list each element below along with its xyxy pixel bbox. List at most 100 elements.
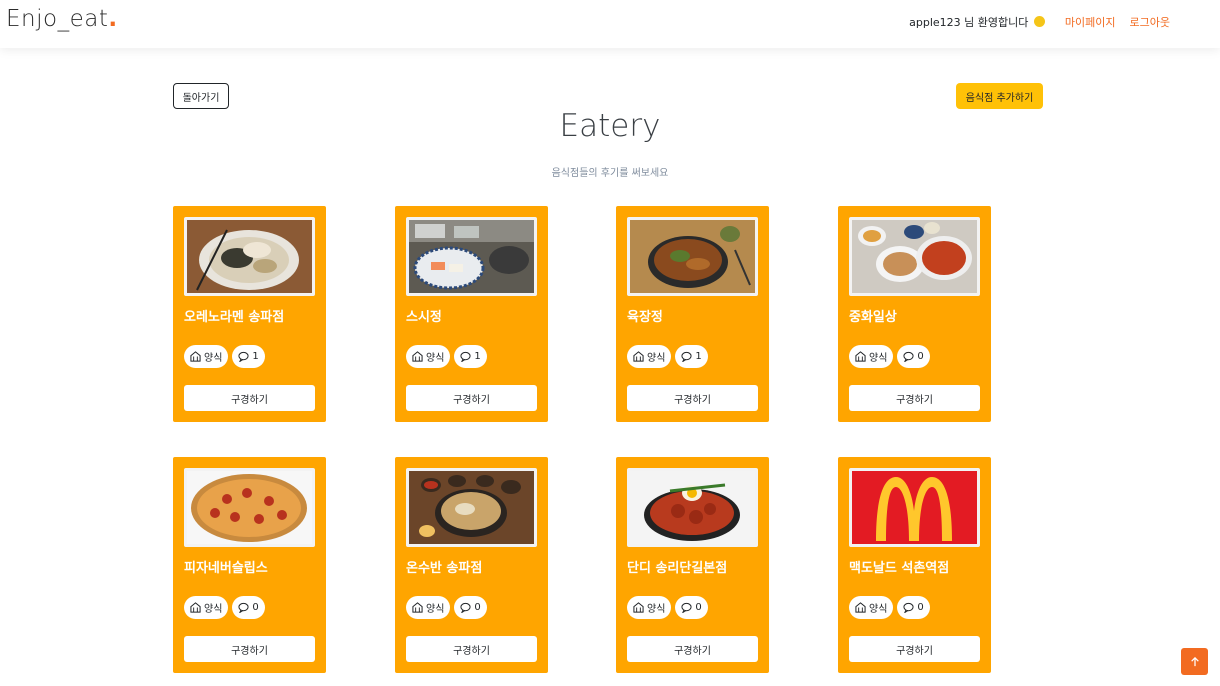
restaurant-icon <box>412 602 423 613</box>
scroll-top-button[interactable] <box>1181 648 1208 675</box>
restaurant-card: 육장정 양식 1 구경하기 <box>616 206 769 422</box>
restaurant-icon <box>190 351 201 362</box>
restaurant-card: 스시정 양식 1 구경하기 <box>395 206 548 422</box>
comment-count: 1 <box>695 351 702 362</box>
comment-count: 0 <box>252 602 259 613</box>
badge-row: 양식 0 <box>849 596 934 619</box>
comment-badge: 0 <box>232 596 265 619</box>
restaurant-photo <box>184 217 315 296</box>
category-badge: 양식 <box>184 345 229 368</box>
restaurant-icon <box>412 351 423 362</box>
restaurant-name: 육장정 <box>627 310 663 325</box>
restaurant-card: 피자네버슬립스 양식 0 구경하기 <box>173 457 326 673</box>
badge-row: 양식 0 <box>849 345 934 368</box>
comment-count: 1 <box>252 351 259 362</box>
restaurant-card: 온수반 송파점 양식 0 구경하기 <box>395 457 548 673</box>
arrow-up-icon <box>1190 656 1199 666</box>
chat-bubble-icon <box>903 351 914 362</box>
comment-count: 0 <box>474 602 481 613</box>
welcome-text: apple123 님 환영합니다 <box>909 14 1045 30</box>
category-badge: 양식 <box>406 596 451 619</box>
comment-badge: 1 <box>232 345 265 368</box>
category-label: 양식 <box>426 353 445 364</box>
category-label: 양식 <box>647 604 666 615</box>
brand-text: Enjo_eat <box>6 6 109 32</box>
comment-badge: 0 <box>454 596 487 619</box>
restaurant-name: 피자네버슬립스 <box>184 561 268 576</box>
restaurant-photo <box>406 468 537 547</box>
category-label: 양식 <box>204 353 223 364</box>
badge-row: 양식 1 <box>627 345 712 368</box>
restaurant-name: 오레노라멘 송파점 <box>184 310 285 325</box>
category-badge: 양식 <box>184 596 229 619</box>
restaurant-card: 단디 송리단길본점 양식 0 구경하기 <box>616 457 769 673</box>
category-badge: 양식 <box>406 345 451 368</box>
visit-button[interactable]: 구경하기 <box>627 636 758 662</box>
gukbap-photo-icon <box>409 471 534 544</box>
chat-bubble-icon <box>460 602 471 613</box>
chat-bubble-icon <box>681 351 692 362</box>
badge-row: 양식 1 <box>406 345 491 368</box>
restaurant-photo <box>849 468 980 547</box>
chat-bubble-icon <box>681 602 692 613</box>
visit-button[interactable]: 구경하기 <box>406 636 537 662</box>
chat-bubble-icon <box>903 602 914 613</box>
back-button[interactable]: 돌아가기 <box>173 83 229 109</box>
comment-count: 0 <box>695 602 702 613</box>
comment-count: 1 <box>474 351 481 362</box>
visit-button[interactable]: 구경하기 <box>406 385 537 411</box>
logout-link[interactable]: 로그아웃 <box>1130 14 1170 30</box>
category-label: 양식 <box>426 604 445 615</box>
welcome-label: apple123 님 환영합니다 <box>909 16 1029 29</box>
restaurant-name: 맥도날드 석촌역점 <box>849 561 950 576</box>
badge-row: 양식 0 <box>627 596 712 619</box>
restaurant-photo <box>849 217 980 296</box>
restaurant-photo <box>184 468 315 547</box>
badge-row: 양식 0 <box>184 596 269 619</box>
visit-button[interactable]: 구경하기 <box>184 636 315 662</box>
comment-badge: 0 <box>897 596 930 619</box>
brand-logo[interactable]: Enjo_eat. <box>6 6 118 32</box>
comment-badge: 0 <box>675 596 708 619</box>
category-badge: 양식 <box>627 345 672 368</box>
add-restaurant-button[interactable]: 음식점 추가하기 <box>956 83 1043 109</box>
restaurant-card: 중화일상 양식 0 구경하기 <box>838 206 991 422</box>
restaurant-photo <box>627 217 758 296</box>
category-badge: 양식 <box>849 345 894 368</box>
badge-row: 양식 1 <box>184 345 269 368</box>
category-label: 양식 <box>204 604 223 615</box>
restaurant-name: 단디 송리단길본점 <box>627 561 728 576</box>
smile-emoji-icon <box>1033 16 1045 27</box>
category-label: 양식 <box>869 353 888 364</box>
restaurant-icon <box>855 351 866 362</box>
nav-right: apple123 님 환영합니다 마이페이지 로그아웃 <box>909 14 1170 30</box>
restaurant-photo <box>406 217 537 296</box>
navbar: Enjo_eat. apple123 님 환영합니다 마이페이지 로그아웃 <box>0 0 1220 48</box>
visit-button[interactable]: 구경하기 <box>849 385 980 411</box>
restaurant-name: 중화일상 <box>849 310 897 325</box>
restaurant-name: 스시정 <box>406 310 442 325</box>
visit-button[interactable]: 구경하기 <box>849 636 980 662</box>
chat-bubble-icon <box>460 351 471 362</box>
comment-count: 0 <box>917 351 924 362</box>
mypage-link[interactable]: 마이페이지 <box>1065 14 1116 30</box>
chinese-food-photo-icon <box>852 220 977 293</box>
restaurant-card: 맥도날드 석촌역점 양식 0 구경하기 <box>838 457 991 673</box>
restaurant-icon <box>855 602 866 613</box>
restaurant-card: 오레노라멘 송파점 양식 1 구경하기 <box>173 206 326 422</box>
comment-count: 0 <box>917 602 924 613</box>
page-subtitle: 음식점들의 후기를 써보세요 <box>551 168 669 179</box>
comment-badge: 1 <box>675 345 708 368</box>
restaurant-icon <box>633 602 644 613</box>
restaurant-name: 온수반 송파점 <box>406 561 483 576</box>
restaurant-icon <box>633 351 644 362</box>
sushi-photo-icon <box>409 220 534 293</box>
pizza-photo-icon <box>187 471 312 544</box>
visit-button[interactable]: 구경하기 <box>627 385 758 411</box>
category-label: 양식 <box>647 353 666 364</box>
yukgaejang-photo-icon <box>630 220 755 293</box>
category-badge: 양식 <box>627 596 672 619</box>
category-badge: 양식 <box>849 596 894 619</box>
visit-button[interactable]: 구경하기 <box>184 385 315 411</box>
rice-bowl-photo-icon <box>630 471 755 544</box>
